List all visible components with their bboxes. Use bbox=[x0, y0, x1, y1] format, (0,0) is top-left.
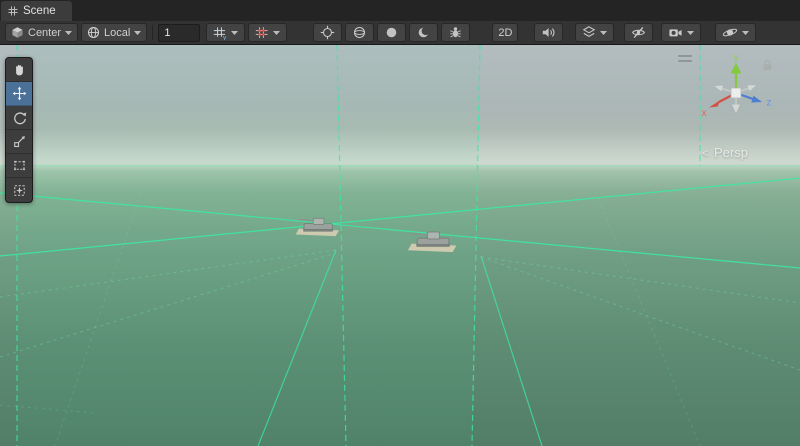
grid-snapping-button[interactable]: y bbox=[206, 23, 245, 42]
scale-icon bbox=[12, 134, 27, 149]
wire-sphere-button[interactable] bbox=[345, 23, 374, 42]
bug-icon bbox=[448, 25, 463, 40]
effects-icon bbox=[582, 25, 596, 40]
grid-snap-y-icon: y bbox=[213, 26, 227, 40]
chevron-down-icon bbox=[600, 31, 607, 35]
tab-bar: Scene bbox=[0, 0, 800, 21]
pivot-label: Center bbox=[28, 27, 61, 39]
tab-label: Scene bbox=[23, 5, 56, 17]
axis-neg-y-cone[interactable] bbox=[732, 105, 740, 114]
crosshair-circle-button[interactable] bbox=[313, 23, 342, 42]
chevron-down-icon bbox=[134, 31, 141, 35]
filled-circle-icon bbox=[384, 25, 399, 40]
orientation-gizmo[interactable]: y x z bbox=[696, 53, 778, 125]
scene-viewport[interactable]: y x z < Persp bbox=[0, 45, 800, 446]
axis-x-label: x bbox=[702, 108, 707, 119]
svg-text:y: y bbox=[223, 34, 227, 40]
selection-wireframe bbox=[0, 45, 800, 446]
axis-z-label: z bbox=[767, 98, 772, 109]
axis-neg-x-cone[interactable] bbox=[748, 85, 757, 91]
crescent-moon-button[interactable] bbox=[409, 23, 438, 42]
hand-icon bbox=[12, 62, 27, 77]
transform-icon bbox=[12, 183, 27, 198]
snap-settings-button[interactable] bbox=[248, 23, 287, 42]
pivot-cube-icon bbox=[11, 26, 24, 39]
unity-scene-window: Scene Center Local bbox=[0, 0, 800, 446]
rect-icon bbox=[12, 158, 27, 173]
2d-mode-toggle[interactable]: 2D bbox=[492, 23, 518, 42]
chevron-left-icon: < bbox=[702, 146, 709, 160]
tool-handle-rotation-dropdown[interactable]: Local bbox=[81, 23, 147, 42]
grid-icon bbox=[8, 6, 18, 16]
transform-tool-button[interactable] bbox=[6, 178, 32, 202]
projection-toggle[interactable]: < Persp bbox=[702, 145, 748, 160]
axis-x-cone[interactable] bbox=[709, 100, 721, 108]
chevron-down-icon bbox=[65, 31, 72, 35]
tank-model[interactable] bbox=[406, 223, 462, 255]
crosshair-icon bbox=[320, 25, 335, 40]
moon-icon bbox=[416, 25, 431, 40]
projection-label: Persp bbox=[714, 145, 748, 160]
visibility-toggle[interactable] bbox=[624, 23, 653, 42]
orientation-globe-icon bbox=[87, 26, 100, 39]
rotate-tool-button[interactable] bbox=[6, 106, 32, 130]
audio-toggle[interactable] bbox=[534, 23, 563, 42]
chevron-down-icon bbox=[273, 31, 280, 35]
axis-y-label: y bbox=[734, 53, 739, 64]
scene-gizmo-dropdown[interactable] bbox=[715, 23, 756, 42]
rotate-icon bbox=[12, 110, 27, 125]
orbit-gizmo-icon bbox=[722, 25, 738, 40]
2d-label: 2D bbox=[498, 27, 512, 39]
chevron-down-icon bbox=[231, 31, 238, 35]
snap-increment-field[interactable] bbox=[158, 24, 200, 42]
tool-handle-position-dropdown[interactable]: Center bbox=[5, 23, 78, 42]
toolbar-separator bbox=[152, 25, 153, 40]
axis-z-cone[interactable] bbox=[751, 96, 762, 103]
scene-toolbar: Center Local y bbox=[0, 21, 800, 45]
chevron-down-icon bbox=[742, 31, 749, 35]
orientation-label: Local bbox=[104, 27, 130, 39]
wire-sphere-icon bbox=[352, 25, 367, 40]
grid-snap-red-icon bbox=[255, 26, 269, 40]
tank-model[interactable] bbox=[294, 210, 344, 239]
camera-dropdown[interactable] bbox=[661, 23, 701, 42]
hand-tool-button[interactable] bbox=[6, 58, 32, 82]
tab-scene[interactable]: Scene bbox=[1, 1, 72, 21]
chevron-down-icon bbox=[687, 31, 694, 35]
effects-dropdown[interactable] bbox=[575, 23, 614, 42]
move-tool-button[interactable] bbox=[6, 82, 32, 106]
camera-icon bbox=[668, 25, 683, 40]
speaker-icon bbox=[541, 25, 556, 40]
scale-tool-button[interactable] bbox=[6, 130, 32, 154]
move-icon bbox=[12, 86, 27, 101]
filled-circle-button[interactable] bbox=[377, 23, 406, 42]
rect-tool-button[interactable] bbox=[6, 154, 32, 178]
axis-y-cone[interactable] bbox=[731, 63, 742, 74]
bug-button[interactable] bbox=[441, 23, 470, 42]
gizmo-center-cube[interactable] bbox=[731, 88, 741, 98]
tool-palette bbox=[5, 57, 33, 203]
eye-slash-icon bbox=[631, 25, 646, 40]
axis-neg-z-cone[interactable] bbox=[715, 86, 724, 92]
overlay-drag-handle[interactable] bbox=[678, 55, 692, 65]
